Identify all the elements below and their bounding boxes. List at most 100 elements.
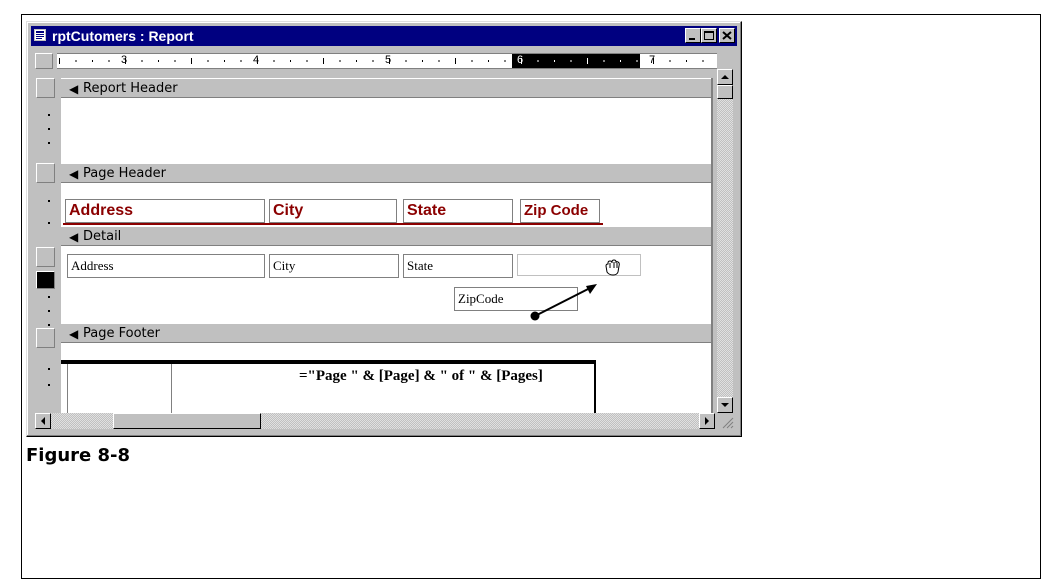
header-underline (63, 223, 603, 225)
arrow-right-icon (705, 417, 709, 425)
scroll-down-button[interactable] (717, 397, 733, 413)
vertical-ruler (35, 78, 57, 426)
vertical-scroll-track[interactable] (717, 85, 733, 397)
vertical-scrollbar[interactable] (717, 69, 733, 413)
ruler-tick (570, 60, 572, 62)
ruler-tick (620, 60, 621, 62)
scroll-right-button[interactable] (699, 413, 715, 429)
vruler-tick (48, 200, 50, 202)
ruler-tick (92, 60, 93, 62)
vruler-tick (48, 310, 50, 312)
ruler-tick (207, 60, 209, 62)
ruler-tick (158, 60, 159, 62)
section-arrow-icon: ◀ (69, 327, 79, 341)
ruler-tick (471, 60, 473, 62)
vruler-tick (48, 384, 50, 386)
ruler-tick (75, 60, 77, 62)
city-label[interactable]: City (269, 199, 397, 223)
minimize-button[interactable] (685, 28, 701, 43)
resize-grip-icon[interactable] (719, 414, 735, 430)
ruler-tick (438, 60, 440, 62)
detail-bar[interactable]: ◀ Detail (61, 226, 711, 246)
vruler-tick (48, 296, 50, 298)
page-header-label: Page Header (83, 166, 166, 181)
vruler-tick (48, 128, 50, 130)
ruler-tick (603, 60, 605, 62)
ruler-tick (290, 60, 291, 62)
ruler-tick (587, 58, 588, 64)
ruler-tick (224, 60, 225, 62)
ruler-tick (108, 60, 110, 62)
ruler-tick (356, 60, 357, 62)
report-icon (34, 29, 46, 41)
scroll-up-button[interactable] (717, 69, 733, 85)
ruler-label-4: 4 (253, 54, 260, 66)
ruler-tick (240, 60, 242, 62)
close-button[interactable] (719, 28, 735, 43)
ruler-tick (141, 60, 143, 62)
ruler-tick (59, 58, 60, 64)
zip-code-label[interactable]: Zip Code (520, 199, 600, 223)
ruler-label-3: 3 (121, 54, 128, 66)
ruler-tick (702, 60, 704, 62)
report-window: rptCutomers : Report 3 4 5 6 7 ◀ Report … (26, 21, 742, 437)
ruler-tick (686, 60, 687, 62)
horizontal-ruler: 3 4 5 6 7 (57, 53, 717, 69)
ruler-label-6: 6 (517, 54, 524, 66)
minimize-icon (689, 38, 695, 40)
ruler-tick (554, 60, 555, 62)
report-header-bar[interactable]: ◀ Report Header (61, 78, 711, 98)
ruler-tick (537, 60, 539, 62)
ruler-tick (273, 60, 275, 62)
ruler-tick (323, 58, 324, 64)
arrow-up-icon (721, 75, 729, 79)
report-header-selector[interactable] (36, 78, 55, 98)
window-title: rptCutomers : Report (52, 28, 194, 44)
page-footer-bar[interactable]: ◀ Page Footer (61, 323, 711, 343)
address-label[interactable]: Address (65, 199, 265, 223)
close-icon (722, 31, 732, 40)
arrow-down-icon (721, 403, 729, 407)
page-header-selector[interactable] (36, 163, 55, 183)
ruler-tick (504, 60, 506, 62)
design-view: 3 4 5 6 7 ◀ Report Header ◀ Page Header … (33, 50, 737, 430)
ruler-tick (488, 60, 489, 62)
horizontal-scrollbar[interactable] (33, 413, 717, 430)
ruler-tick (455, 58, 456, 64)
zip-field-original-position[interactable] (517, 254, 641, 276)
vruler-tick (48, 222, 50, 224)
zip-code-field[interactable]: ZipCode (454, 287, 578, 311)
ruler-tick (306, 60, 308, 62)
ruler-tick (372, 60, 374, 62)
state-label[interactable]: State (403, 199, 513, 223)
page-number-expression[interactable]: ="Page " & [Page] & " of " & [Pages] (299, 368, 543, 385)
vruler-tick (48, 324, 50, 326)
ruler-tick (191, 58, 192, 64)
page-header-bar[interactable]: ◀ Page Header (61, 163, 711, 183)
ruler-tick (339, 60, 341, 62)
horizontal-scroll-thumb[interactable] (113, 413, 261, 429)
page-footer-label: Page Footer (83, 326, 160, 341)
ruler-tick (174, 60, 176, 62)
maximize-button[interactable] (701, 28, 717, 43)
ruler-tick (636, 60, 638, 62)
detail-label: Detail (83, 229, 122, 244)
scroll-left-button[interactable] (35, 413, 51, 429)
address-field[interactable]: Address (67, 254, 265, 278)
figure-caption: Figure 8-8 (26, 445, 131, 466)
report-header-label: Report Header (83, 81, 178, 96)
row-selector-active[interactable] (36, 271, 55, 289)
page-footer-selector[interactable] (36, 328, 55, 348)
vruler-tick (48, 142, 50, 144)
section-arrow-icon: ◀ (69, 230, 79, 244)
vertical-scroll-thumb[interactable] (717, 85, 733, 99)
detail-selector[interactable] (36, 247, 55, 267)
ruler-tick (422, 60, 423, 62)
arrow-left-icon (41, 417, 45, 425)
ruler-tick (405, 60, 407, 62)
city-field[interactable]: City (269, 254, 399, 278)
state-field[interactable]: State (403, 254, 513, 278)
report-selector[interactable] (35, 53, 53, 69)
footer-line (61, 360, 596, 364)
title-bar[interactable]: rptCutomers : Report (31, 26, 737, 46)
